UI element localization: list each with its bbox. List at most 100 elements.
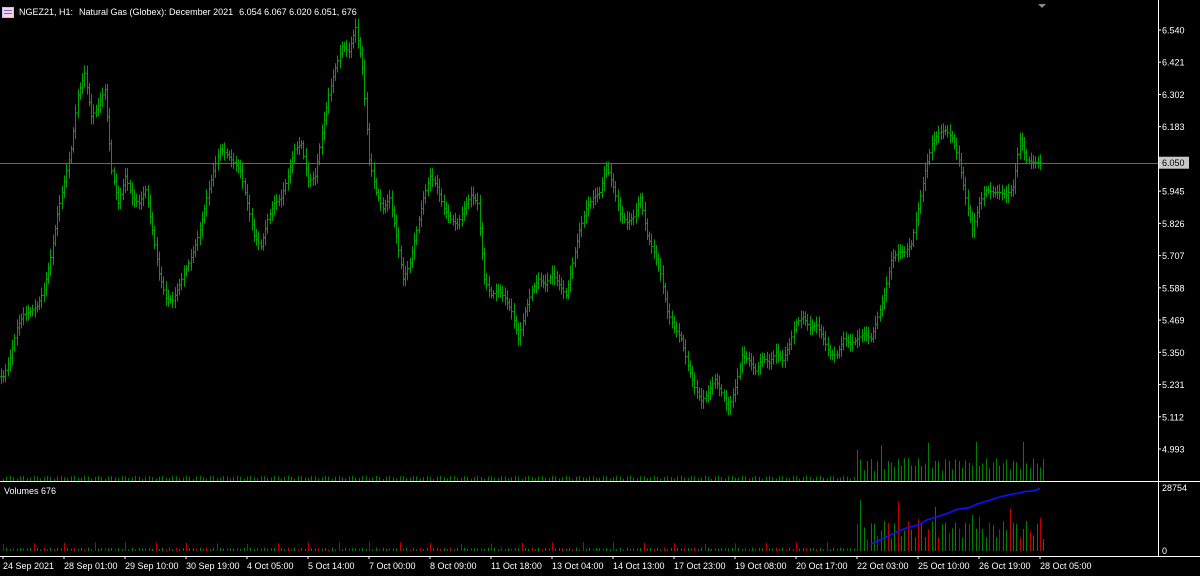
price-bar [687, 350, 690, 372]
price-bar [275, 194, 278, 211]
price-bar [117, 185, 120, 210]
price-bar [140, 191, 143, 210]
price-tick-label: 4.993 [1162, 445, 1185, 455]
price-bar [58, 194, 61, 222]
price-bar [415, 226, 418, 245]
price-bar [1007, 183, 1010, 204]
price-bar [47, 262, 50, 285]
price-bar [926, 153, 929, 179]
price-bar [192, 245, 195, 264]
price-bar [872, 327, 875, 343]
price-bar [345, 40, 348, 57]
price-bar [644, 201, 647, 232]
price-bar [219, 144, 222, 161]
chart-window[interactable]: NGEZ21, H1: Natural Gas (Globex): Decemb… [0, 0, 1200, 576]
price-bar [183, 265, 186, 287]
price-bar [1030, 152, 1033, 170]
price-bar [273, 195, 276, 216]
time-tick-label: 19 Oct 08:00 [735, 561, 787, 571]
price-bar [409, 257, 412, 274]
price-bar [142, 186, 145, 207]
price-bar [833, 346, 836, 363]
price-bar [133, 189, 136, 208]
price-bar [881, 295, 884, 317]
price-bar [822, 326, 825, 346]
price-bar [499, 284, 502, 298]
price-bar [761, 352, 764, 367]
price-bar [678, 323, 681, 343]
price-bar [517, 322, 520, 346]
price-bar [332, 69, 335, 93]
price-bar [284, 179, 287, 195]
price-bar [824, 330, 827, 352]
price-bar [31, 304, 34, 317]
price-bar [208, 180, 211, 206]
price-bar [766, 351, 769, 369]
price-bar [522, 313, 525, 337]
price-bar [190, 249, 193, 271]
price-bar [74, 104, 77, 139]
price-bar [246, 184, 249, 211]
price-bar [101, 87, 104, 108]
price-bar [533, 282, 536, 294]
price-bar [83, 65, 86, 88]
price-bar [447, 204, 450, 224]
price-bar [598, 186, 601, 200]
price-bar [463, 201, 466, 222]
price-bar [293, 143, 296, 164]
price-bar [260, 239, 263, 251]
price-bar [614, 181, 617, 202]
price-bar [488, 276, 491, 298]
price-bar [693, 372, 696, 395]
price-bar [804, 311, 807, 326]
price-bar [711, 376, 714, 395]
price-bar [413, 232, 416, 260]
price-bar [897, 244, 900, 262]
price-bar [95, 104, 98, 118]
price-bar [162, 276, 165, 295]
price-bar [610, 164, 613, 188]
price-bar [515, 315, 518, 335]
price-bar [847, 334, 850, 348]
price-bar [316, 153, 319, 184]
price-bar [129, 179, 132, 194]
price-bar [339, 44, 342, 69]
price-bar [768, 353, 771, 370]
price-bar [63, 175, 66, 199]
price-bar [605, 161, 608, 178]
price-bar [1001, 184, 1004, 201]
price-bar [230, 149, 233, 168]
price-bar [655, 245, 658, 266]
price-bar [845, 332, 848, 347]
price-bar [406, 261, 409, 281]
price-bar [951, 130, 954, 143]
price-bar [962, 166, 965, 191]
price-bar [176, 283, 179, 302]
price-bar [187, 259, 190, 272]
price-bar [838, 345, 841, 359]
price-bar [587, 196, 590, 217]
price-bar [122, 178, 125, 201]
time-tick-label: 28 Oct 05:00 [1040, 561, 1092, 571]
price-bar [551, 265, 554, 285]
price-bar [691, 365, 694, 387]
time-tick-label: 4 Oct 05:00 [247, 561, 294, 571]
price-bar [973, 212, 976, 239]
price-bar [282, 182, 285, 206]
price-bar [377, 188, 380, 202]
price-bar [542, 274, 545, 289]
price-bar [779, 350, 782, 362]
price-bar [842, 331, 845, 351]
price-bar [350, 36, 353, 58]
price-bar [61, 186, 64, 210]
price-bar [650, 233, 653, 254]
price-bar [635, 203, 638, 224]
price-bar [318, 143, 321, 166]
price-bar [16, 319, 19, 346]
price-chart-svg[interactable]: 6.540 6.421 6.302 6.183 6.050 5.945 5.826 5.707… [0, 0, 1200, 576]
price-bar [617, 189, 620, 212]
price-bar [20, 313, 23, 329]
price-bar [623, 212, 626, 224]
price-bar [312, 171, 315, 186]
price-bar [104, 84, 107, 100]
